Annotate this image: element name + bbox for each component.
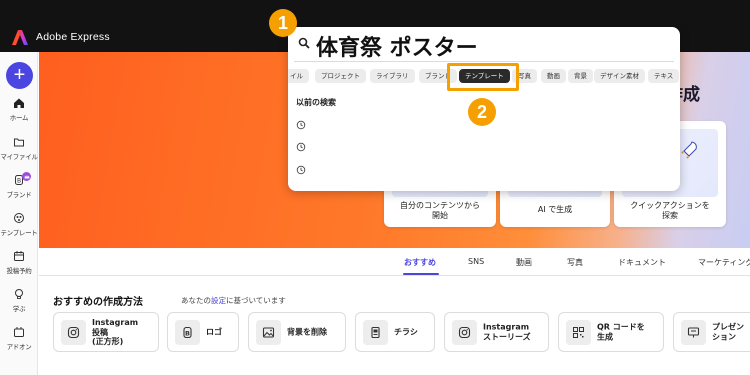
section-title: おすすめの作成方法	[53, 297, 143, 308]
sidebar-item-addons[interactable]: アドオン	[0, 326, 38, 358]
instagram-icon	[67, 326, 80, 339]
method-label: Instagram 投稿 (正方形)	[92, 317, 139, 346]
method-label: ロゴ	[206, 327, 222, 337]
method-label: 背景を削除	[287, 327, 327, 337]
subtitle-prefix: あなたの	[181, 296, 211, 305]
method-presentation[interactable]: プレゼン ション	[673, 312, 750, 352]
sidebar-item-home[interactable]: ホーム	[0, 97, 38, 129]
search-input[interactable]: 体育祭 ポスター	[316, 30, 478, 62]
instagram-icon	[458, 326, 471, 339]
method-label: Instagram ストーリーズ	[483, 322, 531, 342]
method-flyer[interactable]: チラシ	[355, 312, 435, 352]
image-icon-tile	[256, 320, 281, 345]
sidebar: + ホーム マイファイル B ブランド テンプレート 投稿予約 学ぶ アドオン	[0, 52, 38, 375]
method-qr-code[interactable]: QR コードを 生成	[558, 312, 664, 352]
active-tab-indicator	[403, 273, 439, 275]
folder-icon	[14, 138, 24, 147]
method-remove-background[interactable]: 背景を削除	[248, 312, 346, 352]
sidebar-item-learn[interactable]: 学ぶ	[0, 288, 38, 320]
sidebar-item-brand[interactable]: B ブランド	[0, 172, 38, 206]
tab-photo[interactable]: 写真	[567, 257, 583, 268]
recent-searches-title: 以前の検索	[296, 98, 336, 107]
settings-link[interactable]: 設定	[211, 296, 226, 305]
tab-video[interactable]: 動画	[516, 257, 532, 268]
template-chip-highlight	[447, 63, 519, 91]
instagram-icon-tile	[61, 320, 86, 345]
sidebar-item-label: マイファイル	[0, 153, 38, 161]
sidebar-item-schedule[interactable]: 投稿予約	[0, 250, 38, 282]
search-icon	[298, 37, 310, 49]
card-label: クイックアクションを 探索	[630, 201, 710, 220]
presentation-icon-tile	[681, 320, 706, 345]
logo-icon-tile: B	[175, 320, 200, 345]
tab-sns[interactable]: SNS	[468, 257, 484, 266]
app-window: Adobe Express + ホーム マイファイル B ブランド テンプレート…	[0, 0, 750, 375]
chip-background[interactable]: 背景	[568, 69, 593, 83]
sidebar-item-label: ブランド	[6, 191, 32, 199]
history-clock-icon[interactable]	[296, 165, 306, 175]
callout-step-1: 1	[269, 9, 297, 37]
svg-text:B: B	[17, 178, 21, 185]
chip-project[interactable]: プロジェクト	[315, 69, 366, 83]
subtitle-suffix: に基づいています	[226, 296, 286, 305]
sidebar-item-label: アドオン	[6, 343, 32, 351]
template-icon	[14, 213, 24, 223]
tab-marketing[interactable]: マーケティング	[698, 257, 750, 268]
svg-text:B: B	[185, 329, 190, 337]
app-name: Adobe Express	[36, 31, 110, 43]
sidebar-item-label: 投稿予約	[6, 267, 32, 275]
chip-library[interactable]: ライブラリ	[370, 69, 415, 83]
instagram-icon-tile	[452, 320, 477, 345]
category-tabs: おすすめ SNS 動画 写真 ドキュメント マーケティング	[39, 252, 750, 276]
adobe-express-logo[interactable]	[12, 30, 28, 45]
flyer-icon	[371, 326, 380, 339]
flyer-icon-tile	[363, 320, 388, 345]
presentation-icon	[687, 327, 700, 338]
method-instagram-post[interactable]: Instagram 投稿 (正方形)	[53, 312, 159, 352]
sidebar-item-label: ホーム	[9, 114, 29, 122]
chip-text[interactable]: テキス	[648, 69, 680, 83]
logo-icon: B	[183, 326, 192, 339]
history-clock-icon[interactable]	[296, 142, 306, 152]
premium-crown-icon	[22, 172, 31, 181]
lightbulb-icon	[15, 289, 23, 299]
qr-code-icon	[573, 327, 584, 338]
image-icon	[262, 327, 275, 338]
method-label: QR コードを 生成	[597, 322, 645, 342]
chip-video[interactable]: 動画	[541, 69, 566, 83]
search-divider	[294, 61, 674, 62]
tab-document[interactable]: ドキュメント	[618, 257, 666, 268]
addon-icon	[14, 327, 24, 337]
home-icon	[14, 98, 24, 108]
sidebar-item-label: 学ぶ	[12, 305, 26, 313]
history-clock-icon[interactable]	[296, 120, 306, 130]
create-new-button[interactable]: +	[6, 62, 33, 89]
section-subtitle: あなたの設定に基づいています	[181, 295, 286, 306]
sidebar-item-templates[interactable]: テンプレート	[0, 212, 38, 244]
rocket-icon	[681, 141, 697, 159]
card-label: 自分のコンテンツから 開始	[400, 201, 480, 220]
qr-code-icon-tile	[566, 320, 591, 345]
callout-step-2: 2	[468, 98, 496, 126]
method-instagram-stories[interactable]: Instagram ストーリーズ	[444, 312, 549, 352]
tab-recommended[interactable]: おすすめ	[404, 257, 436, 268]
method-logo[interactable]: B ロゴ	[167, 312, 239, 352]
calendar-icon	[14, 251, 24, 261]
card-label: AI で生成	[537, 205, 573, 214]
chip-design-assets[interactable]: デザイン素材	[594, 69, 645, 83]
method-label: プレゼン ション	[712, 322, 744, 342]
sidebar-item-label: テンプレート	[0, 229, 38, 237]
chip-file[interactable]: イル	[288, 69, 309, 83]
method-label: チラシ	[394, 327, 418, 337]
sidebar-item-my-files[interactable]: マイファイル	[0, 136, 38, 168]
